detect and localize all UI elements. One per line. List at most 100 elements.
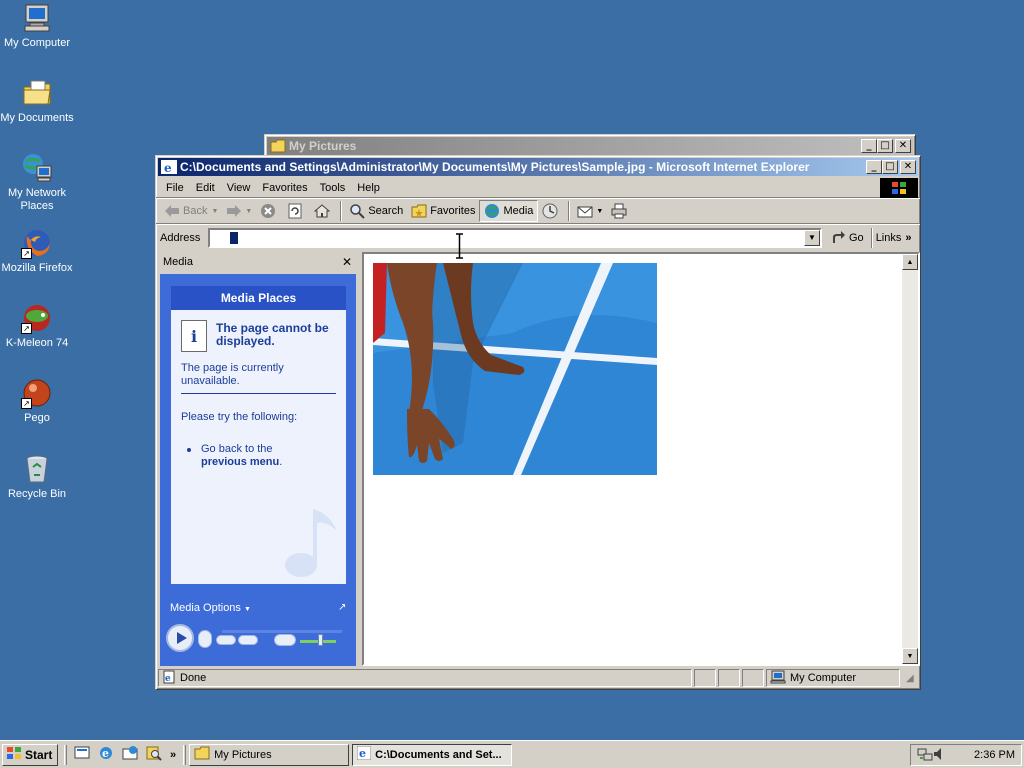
go-back-link[interactable]: Go back to the previous menu. — [201, 443, 331, 469]
show-desktop-icon[interactable] — [74, 745, 90, 764]
go-button[interactable]: Go — [826, 227, 868, 249]
status-panel-zone: My Computer — [766, 669, 900, 687]
desktop-icon-network-places[interactable]: My Network Places — [0, 152, 74, 213]
minimize-button[interactable]: _ — [866, 160, 882, 174]
page-icon: e — [162, 670, 176, 687]
bullet-end: . — [279, 456, 283, 468]
start-button[interactable]: Start — [2, 743, 58, 766]
clock[interactable]: 2:36 PM — [974, 749, 1015, 761]
outlook-quicklaunch-icon[interactable] — [122, 745, 138, 764]
back-label: Back — [183, 205, 208, 217]
play-button[interactable] — [166, 624, 194, 652]
undock-icon[interactable]: ↗ — [338, 602, 346, 613]
refresh-icon — [287, 203, 303, 219]
menu-tools[interactable]: Tools — [314, 182, 352, 194]
desktop-icon-my-computer[interactable]: My Computer — [0, 2, 74, 50]
forward-button[interactable]: ▼ — [222, 200, 256, 222]
media-button[interactable]: Media — [479, 200, 539, 222]
next-track-button[interactable] — [238, 635, 258, 645]
ie-logo-icon: e — [161, 160, 177, 175]
favorites-button[interactable]: Favorites — [407, 200, 479, 222]
menu-view[interactable]: View — [221, 182, 257, 194]
task-internet-explorer[interactable]: e C:\Documents and Set... — [352, 743, 513, 766]
computer-icon — [770, 670, 786, 687]
task-my-pictures[interactable]: My Pictures — [189, 743, 350, 766]
search-quicklaunch-icon[interactable] — [146, 745, 162, 764]
menu-bar: File Edit View Favorites Tools Help — [156, 178, 920, 198]
system-tray: 2:36 PM — [910, 744, 1022, 766]
go-label: Go — [849, 231, 864, 244]
maximize-button[interactable]: □ — [882, 160, 898, 174]
bullet-dot — [187, 448, 191, 452]
volume-tray-icon[interactable] — [933, 747, 947, 764]
text-cursor — [230, 231, 238, 244]
ie-logo-icon: e — [356, 745, 372, 763]
links-button[interactable]: Links » — [876, 232, 912, 244]
search-icon — [349, 203, 366, 219]
volume-thumb[interactable] — [318, 634, 323, 646]
taskbar-grip[interactable] — [183, 744, 187, 765]
toolbar-separator — [340, 201, 343, 221]
back-button[interactable]: Back ▼ — [160, 200, 222, 222]
vertical-scrollbar[interactable]: ▲ ▼ — [902, 254, 918, 664]
network-icon — [21, 152, 53, 184]
media-icon — [484, 203, 500, 219]
toolbar-separator — [568, 201, 571, 221]
chevron-down-icon: ▼ — [211, 207, 219, 215]
previous-track-button[interactable] — [216, 635, 236, 645]
minimize-button[interactable]: _ — [861, 139, 877, 153]
home-button[interactable] — [310, 200, 337, 222]
windows-flag-icon — [6, 746, 22, 763]
media-options-label: Media Options — [170, 602, 241, 614]
my-pictures-titlebar[interactable]: My Pictures _ □ ✕ — [267, 137, 913, 155]
task-label: My Pictures — [214, 748, 272, 761]
ie-quicklaunch-icon[interactable]: e — [98, 745, 114, 764]
svg-text:e: e — [359, 747, 366, 760]
window-title: My Pictures — [289, 139, 357, 153]
desktop-icon-label: My Documents — [0, 112, 74, 124]
close-button[interactable]: ✕ — [895, 139, 911, 153]
mute-button[interactable] — [274, 634, 296, 646]
media-places-heading: Media Places — [171, 286, 346, 310]
stop-media-button[interactable] — [198, 630, 212, 648]
chevron-right-icon[interactable]: » — [170, 749, 176, 761]
previous-menu-link[interactable]: previous menu — [201, 456, 279, 468]
taskbar: Start e » My Pictures e C:\Documents and… — [0, 740, 1024, 768]
firefox-icon: ↗ — [21, 227, 53, 259]
close-icon[interactable]: ✕ — [342, 255, 352, 269]
address-bar: Address ▼ Go Links » — [156, 224, 920, 250]
address-input[interactable]: ▼ — [208, 227, 822, 248]
desktop-icon-k-meleon[interactable]: ↗ K-Meleon 74 — [0, 302, 74, 350]
desktop-icon-my-documents[interactable]: My Documents — [0, 77, 74, 125]
scroll-up-button[interactable]: ▲ — [902, 254, 918, 270]
history-button[interactable] — [538, 200, 565, 222]
address-dropdown-button[interactable]: ▼ — [804, 229, 820, 246]
print-button[interactable] — [607, 200, 634, 222]
ie-titlebar[interactable]: e C:\Documents and Settings\Administrato… — [158, 158, 918, 176]
desktop-icon-pego[interactable]: ↗ Pego — [0, 377, 74, 425]
scroll-down-button[interactable]: ▼ — [902, 648, 918, 664]
seek-bar[interactable] — [222, 630, 342, 633]
status-panel-blank — [694, 669, 716, 687]
menu-file[interactable]: File — [160, 182, 190, 194]
menu-help[interactable]: Help — [351, 182, 386, 194]
close-button[interactable]: ✕ — [900, 160, 916, 174]
favorites-label: Favorites — [430, 205, 476, 217]
search-button[interactable]: Search — [345, 200, 407, 222]
window-title: C:\Documents and Settings\Administrator\… — [180, 160, 810, 174]
desktop-icon-firefox[interactable]: ↗ Mozilla Firefox — [0, 227, 74, 275]
refresh-button[interactable] — [283, 200, 310, 222]
network-tray-icon[interactable] — [917, 746, 933, 765]
stop-button[interactable] — [256, 200, 283, 222]
desktop-icon-recycle-bin[interactable]: Recycle Bin — [0, 453, 74, 501]
internet-explorer-window[interactable]: e C:\Documents and Settings\Administrato… — [155, 155, 921, 690]
maximize-button[interactable]: □ — [877, 139, 893, 153]
info-icon: i — [181, 320, 207, 352]
menu-favorites[interactable]: Favorites — [256, 182, 313, 194]
menu-edit[interactable]: Edit — [190, 182, 221, 194]
mail-button[interactable]: ▼ — [573, 200, 607, 222]
taskbar-grip[interactable] — [64, 744, 67, 765]
resize-grip-icon[interactable]: ◢ — [906, 673, 914, 684]
chevron-right-icon: » — [905, 231, 912, 244]
media-options-button[interactable]: Media Options ▼ — [170, 602, 251, 614]
